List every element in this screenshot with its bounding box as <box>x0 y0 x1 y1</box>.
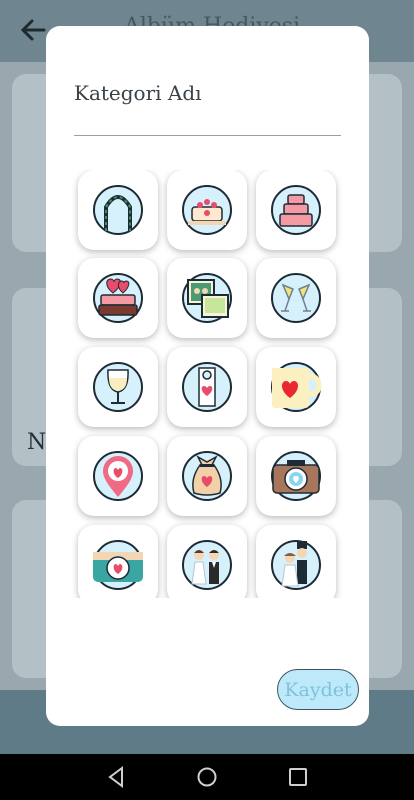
bride-groom-icon <box>182 540 232 590</box>
icon-tile[interactable] <box>167 170 247 250</box>
back-arrow-icon[interactable] <box>18 14 48 46</box>
wedding-couple-icon <box>271 540 321 590</box>
category-name-input[interactable] <box>74 78 341 136</box>
icon-tile[interactable] <box>78 525 158 598</box>
category-dialog: Kategori Adı Kaydet <box>46 26 369 726</box>
photo-frames-icon <box>182 273 232 323</box>
save-button[interactable]: Kaydet <box>277 669 359 710</box>
wedding-arch-icon <box>93 185 143 235</box>
gift-bag-icon <box>182 451 232 501</box>
icon-tile[interactable] <box>78 347 158 427</box>
icon-tile[interactable] <box>167 347 247 427</box>
icon-tile[interactable] <box>167 436 247 516</box>
icon-tile[interactable] <box>167 525 247 598</box>
heart-cake-icon <box>93 273 143 323</box>
wedding-cake-roses-icon <box>182 185 232 235</box>
icon-tile[interactable] <box>256 170 336 250</box>
wedding-cake-icon <box>271 185 321 235</box>
icon-tile[interactable] <box>78 258 158 338</box>
icon-grid[interactable] <box>46 170 369 598</box>
wine-glass-icon <box>93 362 143 412</box>
icon-tile[interactable] <box>256 436 336 516</box>
icon-tile[interactable] <box>256 258 336 338</box>
navigation-bar <box>0 754 414 800</box>
icon-tile[interactable] <box>167 258 247 338</box>
camera-heart-icon <box>271 451 321 501</box>
nav-back-icon[interactable] <box>104 764 130 790</box>
teal-camera-icon <box>93 540 143 590</box>
icon-tile[interactable] <box>78 170 158 250</box>
background-card-text: N <box>27 430 47 455</box>
icon-tile[interactable] <box>256 525 336 598</box>
location-heart-icon <box>93 451 143 501</box>
icon-tile[interactable] <box>78 436 158 516</box>
icon-tile[interactable] <box>256 347 336 427</box>
champagne-glasses-icon <box>271 273 321 323</box>
nav-recents-icon[interactable] <box>285 764 311 790</box>
heart-mug-icon <box>271 362 322 412</box>
nav-home-icon[interactable] <box>194 764 220 790</box>
door-hanger-icon <box>182 362 232 412</box>
